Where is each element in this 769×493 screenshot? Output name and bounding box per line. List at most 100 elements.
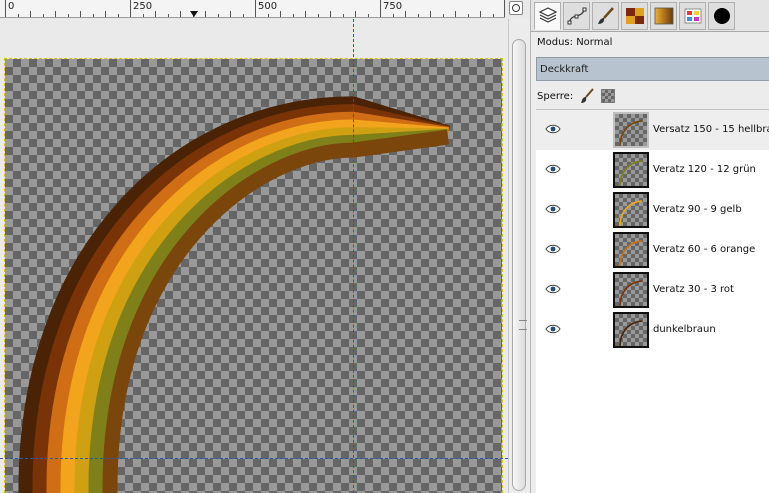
horizontal-ruler[interactable]: 0 250 500 750: [0, 0, 505, 18]
thumbnail-arc: [619, 240, 643, 266]
layer-thumbnail[interactable]: [613, 312, 649, 348]
layer-thumbnail[interactable]: [613, 112, 649, 148]
thumbnail-arc: [619, 160, 643, 186]
ruler-minor-tick: [255, 11, 256, 17]
dock-tabs: [531, 0, 769, 32]
ruler-position-marker: [190, 11, 198, 17]
horizontal-guide[interactable]: [0, 458, 508, 459]
tab-paths[interactable]: [563, 2, 590, 30]
lock-alpha-icon[interactable]: [601, 89, 616, 103]
tab-palettes[interactable]: [679, 2, 706, 30]
ruler-minor-tick: [342, 14, 344, 17]
brush-shape-icon: [713, 8, 730, 24]
ruler-minor-tick: [55, 11, 56, 17]
ruler-minor-tick: [455, 11, 456, 17]
ruler-minor-tick: [5, 11, 6, 17]
ruler-minor-tick: [105, 11, 106, 17]
visibility-eye-icon[interactable]: [545, 204, 561, 214]
layer-name[interactable]: Veratz 120 - 12 grün: [653, 164, 756, 175]
lock-pixels-icon[interactable]: [579, 88, 595, 104]
gradients-icon: [654, 7, 673, 25]
ruler-minor-tick: [317, 14, 319, 17]
opacity-label: Deckkraft: [540, 64, 589, 75]
rainbow-arc: [18, 96, 451, 493]
layer-row[interactable]: Veratz 60 - 6 orange: [536, 230, 769, 270]
ruler-label-500: 500: [258, 1, 278, 12]
layer-row[interactable]: dunkelbraun: [536, 310, 769, 350]
lock-label: Sperre:: [537, 90, 574, 102]
thumbnail-arc: [619, 320, 643, 346]
ruler-minor-tick: [205, 11, 206, 17]
ruler-minor-tick: [380, 11, 381, 17]
thumbnail-arc: [619, 120, 643, 146]
layer-row[interactable]: Veratz 90 - 9 gelb: [536, 190, 769, 230]
layer-row[interactable]: Veratz 120 - 12 grün: [536, 150, 769, 190]
visibility-eye-icon[interactable]: [545, 124, 561, 134]
tab-patterns[interactable]: [621, 2, 648, 30]
ruler-minor-tick: [467, 14, 469, 17]
layer-name[interactable]: dunkelbraun: [653, 324, 716, 335]
ruler-minor-tick: [430, 11, 431, 17]
tab-gradients[interactable]: [650, 2, 677, 30]
layer-row[interactable]: Versatz 150 - 15 hellbraun: [536, 110, 769, 150]
tab-layers[interactable]: [534, 2, 561, 30]
ruler-minor-tick: [330, 11, 331, 17]
ruler-minor-tick: [230, 11, 231, 17]
visibility-eye-icon[interactable]: [545, 244, 561, 254]
ruler-minor-tick: [417, 14, 419, 17]
tab-brushes[interactable]: [592, 2, 619, 30]
ruler-minor-tick: [242, 14, 244, 17]
scrollbar-thumb[interactable]: [512, 39, 527, 491]
canvas-area[interactable]: 0 250 500 750: [0, 0, 530, 493]
visibility-eye-icon[interactable]: [545, 324, 561, 334]
ruler-minor-tick: [117, 14, 119, 17]
ruler-minor-tick: [280, 11, 281, 17]
opacity-slider[interactable]: Deckkraft: [536, 57, 769, 81]
patterns-icon: [625, 8, 644, 24]
tab-brush-shape[interactable]: [708, 2, 735, 30]
ruler-minor-tick: [392, 14, 394, 17]
layer-thumbnail[interactable]: [613, 192, 649, 228]
ruler-minor-tick: [305, 11, 306, 17]
ruler-minor-tick: [217, 14, 219, 17]
vertical-guide[interactable]: [353, 19, 354, 493]
mode-row[interactable]: Modus: Normal: [537, 37, 612, 51]
navigate-icon[interactable]: [509, 1, 523, 15]
layer-name[interactable]: Versatz 150 - 15 hellbraun: [653, 124, 769, 135]
layer-row[interactable]: Veratz 30 - 3 rot: [536, 270, 769, 310]
ruler-minor-tick: [292, 14, 294, 17]
layer-thumbnail[interactable]: [613, 272, 649, 308]
brushes-icon: [597, 7, 614, 24]
ruler-label-250: 250: [133, 1, 153, 12]
layers-dock: Modus: Normal Deckkraft Sperre: Versatz …: [530, 0, 769, 493]
layer-thumbnail[interactable]: [613, 232, 649, 268]
ruler-minor-tick: [155, 11, 156, 17]
layer-name[interactable]: Veratz 60 - 6 orange: [653, 244, 755, 255]
visibility-eye-icon[interactable]: [545, 164, 561, 174]
ruler-minor-tick: [92, 14, 94, 17]
palettes-icon: [684, 8, 701, 24]
ruler-minor-tick: [480, 11, 481, 17]
ruler-minor-tick: [442, 14, 444, 17]
ruler-minor-tick: [367, 14, 369, 17]
scrollbar-grip: [519, 320, 527, 330]
thumbnail-arc: [619, 280, 643, 306]
ruler-minor-tick: [30, 11, 31, 17]
layers-icon: [538, 7, 557, 23]
ruler-minor-tick: [142, 14, 144, 17]
ruler-minor-tick: [267, 14, 269, 17]
mode-value[interactable]: Normal: [576, 37, 612, 48]
layer-name[interactable]: Veratz 30 - 3 rot: [653, 284, 734, 295]
vertical-scrollbar[interactable]: [508, 19, 530, 493]
ruler-minor-tick: [80, 11, 81, 17]
layer-thumbnail[interactable]: [613, 152, 649, 188]
thumbnail-arc: [619, 200, 643, 226]
layers-list[interactable]: Versatz 150 - 15 hellbraun Veratz 120 - 1…: [536, 109, 769, 493]
ruler-minor-tick: [492, 14, 494, 17]
paths-icon: [567, 7, 586, 25]
layer-name[interactable]: Veratz 90 - 9 gelb: [653, 204, 742, 215]
mode-label: Modus:: [537, 37, 574, 48]
visibility-eye-icon[interactable]: [545, 284, 561, 294]
ruler-label-0: 0: [8, 1, 15, 12]
image-workspace[interactable]: [0, 19, 508, 493]
